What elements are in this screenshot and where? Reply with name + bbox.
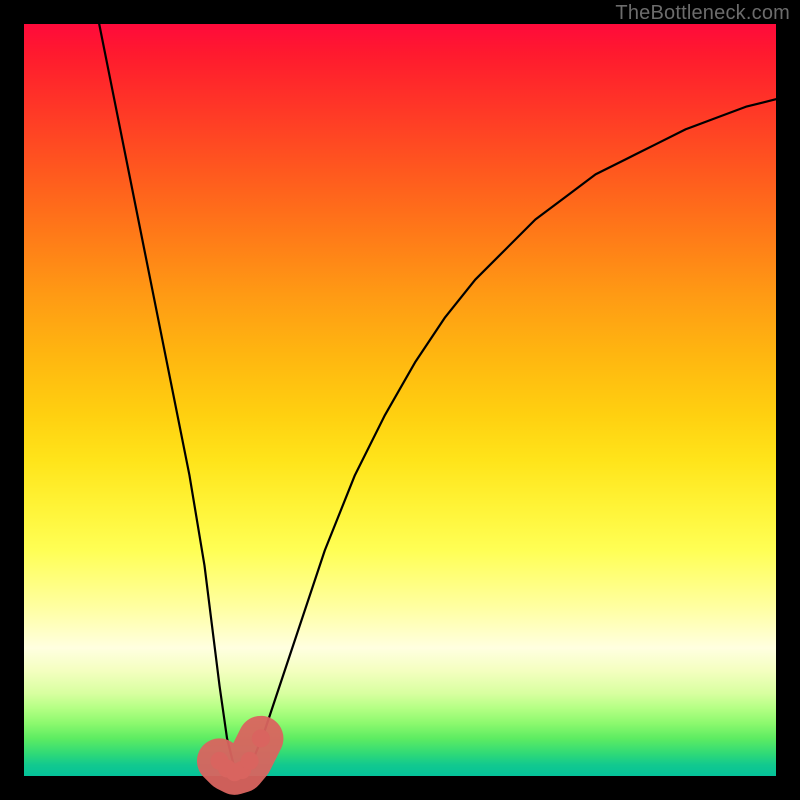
chart-svg: [24, 24, 776, 776]
chart-plot-area: [24, 24, 776, 776]
watermark-label: TheBottleneck.com: [615, 2, 790, 25]
marker-dot-5: [252, 729, 270, 747]
chart-frame: TheBottleneck.com: [0, 0, 800, 800]
curve-bottleneck-curve: [99, 24, 776, 772]
marker-dot-4: [241, 752, 259, 770]
